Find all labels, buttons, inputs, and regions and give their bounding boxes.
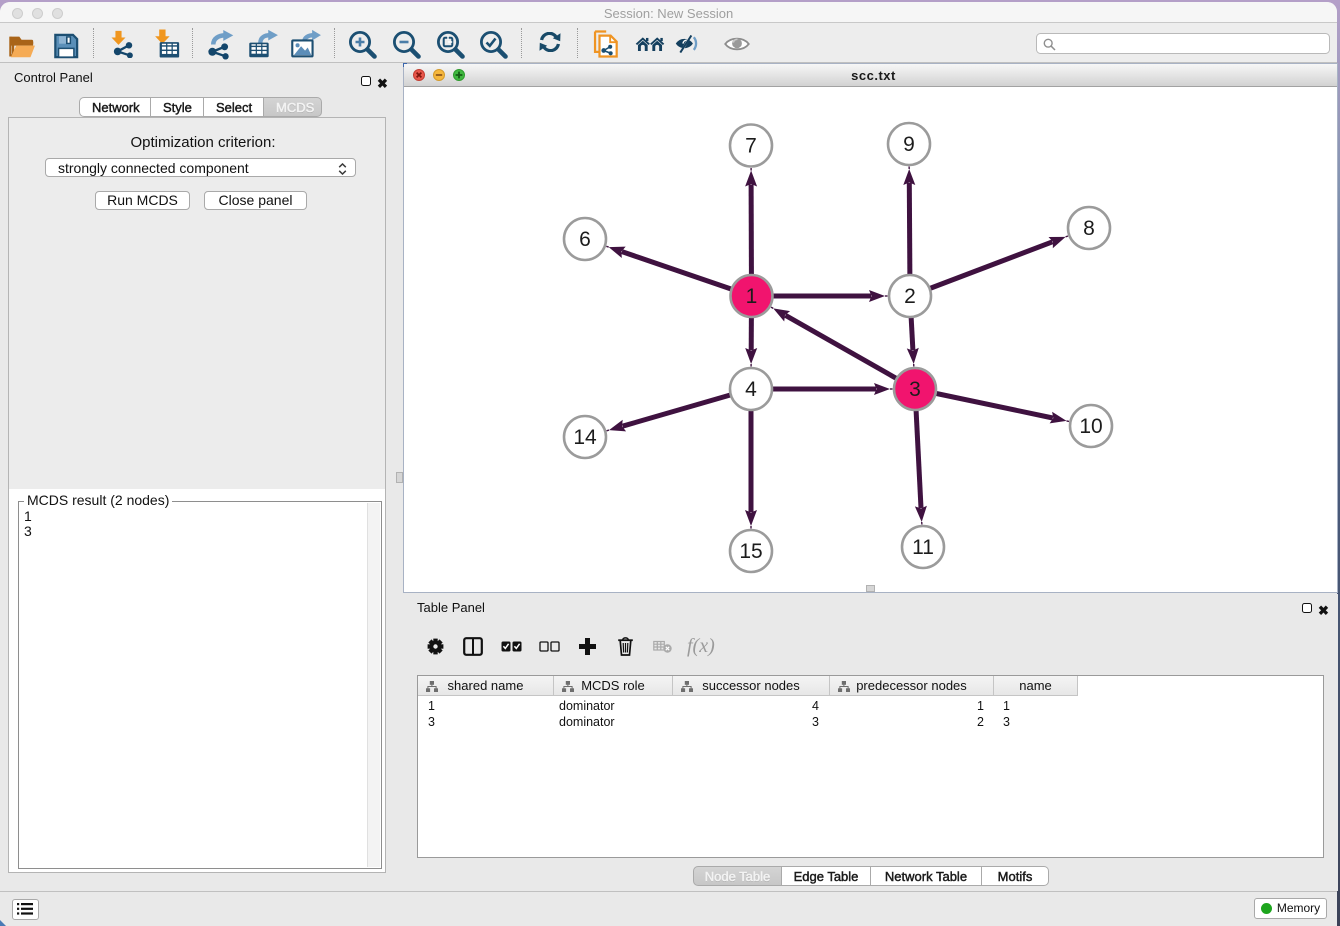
svg-text:6: 6 [579, 228, 591, 251]
svg-text:8: 8 [1083, 217, 1095, 240]
svg-text:4: 4 [745, 378, 757, 401]
svg-text:14: 14 [573, 426, 597, 449]
svg-text:1: 1 [746, 285, 758, 308]
svg-text:11: 11 [912, 536, 934, 559]
svg-text:10: 10 [1079, 415, 1102, 438]
svg-text:3: 3 [909, 378, 921, 401]
svg-text:7: 7 [745, 135, 757, 158]
svg-text:15: 15 [739, 540, 762, 563]
svg-text:9: 9 [903, 133, 915, 156]
svg-text:2: 2 [904, 285, 916, 308]
